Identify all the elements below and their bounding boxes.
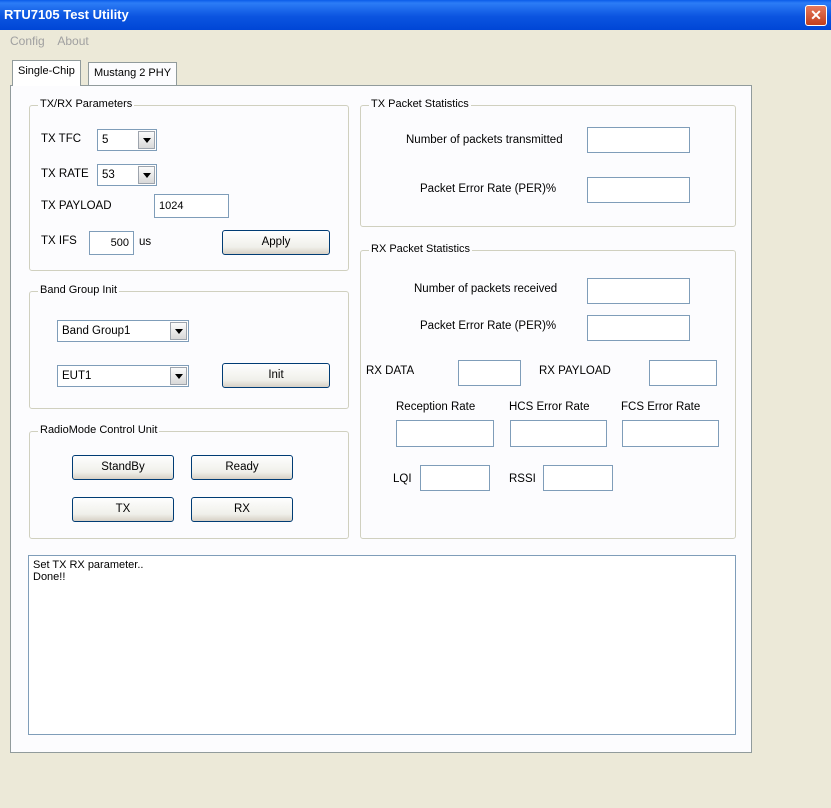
menu-about[interactable]: About (57, 34, 88, 48)
app-window: RTU7105 Test Utility ✕ Config About Sing… (0, 0, 831, 808)
packets-received-label: Number of packets received (414, 283, 558, 295)
rx-payload-label: RX PAYLOAD (539, 365, 611, 377)
eut-value: EUT1 (62, 370, 92, 382)
tx-payload-label: TX PAYLOAD (41, 200, 112, 212)
rx-data-field[interactable] (458, 360, 521, 386)
radiomode-control-group: RadioMode Control Unit (29, 424, 349, 539)
hcs-error-rate-field[interactable] (510, 420, 607, 447)
tx-ifs-input[interactable]: 500 (89, 231, 134, 255)
packets-transmitted-label: Number of packets transmitted (406, 134, 563, 146)
tx-rate-value: 53 (102, 169, 115, 181)
tab-single-chip[interactable]: Single-Chip (12, 60, 81, 86)
chevron-down-icon[interactable] (138, 131, 155, 149)
fcs-error-rate-field[interactable] (622, 420, 719, 447)
ready-button[interactable]: Ready (191, 455, 293, 480)
band-title: Band Group Init (38, 284, 120, 296)
tx-per-label: Packet Error Rate (PER)% (420, 183, 557, 195)
tx-button[interactable]: TX (72, 497, 174, 522)
reception-rate-field[interactable] (396, 420, 494, 447)
band-group-select[interactable]: Band Group1 (57, 320, 189, 342)
tx-tfc-select[interactable]: 5 (97, 129, 157, 151)
rx-stats-title: RX Packet Statistics (369, 243, 473, 255)
close-icon[interactable]: ✕ (805, 5, 827, 26)
title-bar: RTU7105 Test Utility ✕ (0, 0, 831, 30)
tx-stats-title: TX Packet Statistics (369, 98, 471, 110)
eut-select[interactable]: EUT1 (57, 365, 189, 387)
rx-per-field[interactable] (587, 315, 690, 341)
rx-per-label: Packet Error Rate (PER)% (420, 320, 557, 332)
tx-tfc-label: TX TFC (41, 133, 82, 145)
rssi-label: RSSI (509, 473, 536, 485)
band-group-init-group: Band Group Init (29, 284, 349, 409)
rx-data-label: RX DATA (366, 365, 415, 377)
lqi-field[interactable] (420, 465, 490, 491)
tx-per-field[interactable] (587, 177, 690, 203)
apply-button[interactable]: Apply (222, 230, 330, 255)
tx-tfc-value: 5 (102, 134, 109, 146)
tx-rate-select[interactable]: 53 (97, 164, 157, 186)
tx-rate-label: TX RATE (41, 168, 89, 180)
tx-payload-input[interactable]: 1024 (154, 194, 229, 218)
window-title: RTU7105 Test Utility (4, 7, 129, 22)
menu-bar: Config About (0, 30, 831, 52)
init-button[interactable]: Init (222, 363, 330, 388)
radio-title: RadioMode Control Unit (38, 424, 160, 436)
hcs-error-rate-label: HCS Error Rate (509, 401, 590, 413)
menu-config[interactable]: Config (10, 34, 45, 48)
log-output[interactable]: Set TX RX parameter.. Done!! (28, 555, 736, 735)
band-group-value: Band Group1 (62, 325, 131, 337)
log-line: Done!! (33, 571, 66, 583)
packets-transmitted-field[interactable] (587, 127, 690, 153)
txrx-title: TX/RX Parameters (38, 98, 135, 110)
packets-received-field[interactable] (587, 278, 690, 304)
tx-ifs-label: TX IFS (41, 235, 77, 247)
chevron-down-icon[interactable] (138, 166, 155, 184)
lqi-label: LQI (393, 473, 412, 485)
chevron-down-icon[interactable] (170, 322, 187, 340)
rx-button[interactable]: RX (191, 497, 293, 522)
tx-ifs-unit: us (139, 236, 152, 248)
rx-payload-field[interactable] (649, 360, 717, 386)
tx-packet-statistics-group: TX Packet Statistics (360, 98, 736, 227)
chevron-down-icon[interactable] (170, 367, 187, 385)
standby-button[interactable]: StandBy (72, 455, 174, 480)
tab-mustang-2-phy[interactable]: Mustang 2 PHY (88, 62, 178, 85)
reception-rate-label: Reception Rate (396, 401, 476, 413)
fcs-error-rate-label: FCS Error Rate (621, 401, 701, 413)
log-line: Set TX RX parameter.. (33, 559, 144, 571)
rssi-field[interactable] (543, 465, 613, 491)
